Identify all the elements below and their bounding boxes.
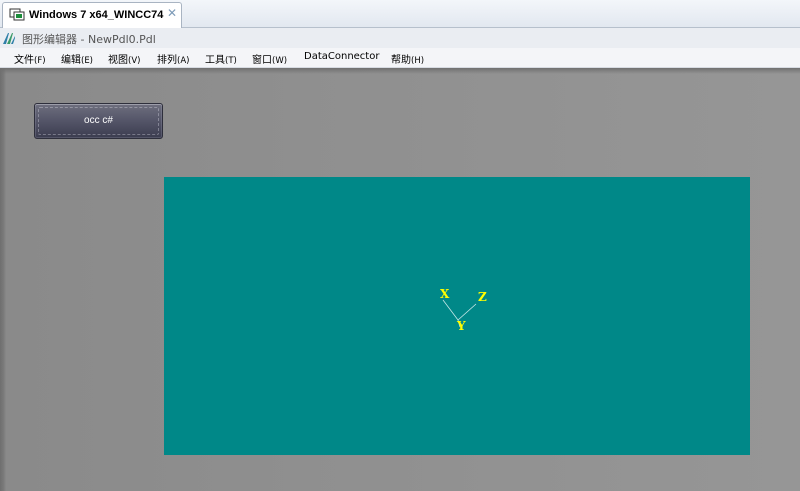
menu-tools[interactable]: 工具(T): [205, 51, 237, 66]
axis-triedron: X Z Y: [440, 287, 487, 333]
occ-csharp-button[interactable]: occ c#: [34, 103, 163, 139]
editor-title: 图形编辑器 - NewPdl0.Pdl: [22, 33, 156, 46]
menu-help[interactable]: 帮助(H): [391, 51, 424, 66]
menu-edit[interactable]: 编辑(E): [61, 51, 93, 66]
menu-bar: 文件(F) 编辑(E) 视图(V) 排列(A) 工具(T) 窗口(W) Data…: [0, 48, 800, 68]
menu-dataconnector[interactable]: DataConnector: [304, 51, 379, 62]
canvas-shadow: [0, 68, 800, 74]
x-axis-label: X: [440, 287, 450, 301]
editor-title-bar: 图形编辑器 - NewPdl0.Pdl: [0, 28, 800, 48]
x-axis-line: [442, 299, 459, 321]
vm-tab-label: Windows 7 x64_WINCC74: [29, 9, 164, 21]
graphics-designer-icon: [3, 33, 15, 44]
z-axis-label: Z: [478, 290, 487, 304]
occ-button-label: occ c#: [84, 115, 113, 126]
close-icon[interactable]: ✕: [167, 6, 177, 20]
y-axis-label: Y: [456, 319, 466, 333]
z-axis-line: [457, 303, 477, 321]
vm-monitor-icon: [9, 8, 25, 21]
menu-window[interactable]: 窗口(W): [252, 51, 287, 66]
menu-arrange[interactable]: 排列(A): [157, 51, 189, 66]
vm-tab[interactable]: Windows 7 x64_WINCC74 ✕: [2, 2, 182, 28]
menu-file[interactable]: 文件(F): [14, 51, 46, 66]
menu-view[interactable]: 视图(V): [108, 51, 140, 66]
vm-tab-strip: Windows 7 x64_WINCC74 ✕: [0, 0, 800, 28]
occ-3d-viewer[interactable]: X Z Y: [164, 177, 750, 455]
